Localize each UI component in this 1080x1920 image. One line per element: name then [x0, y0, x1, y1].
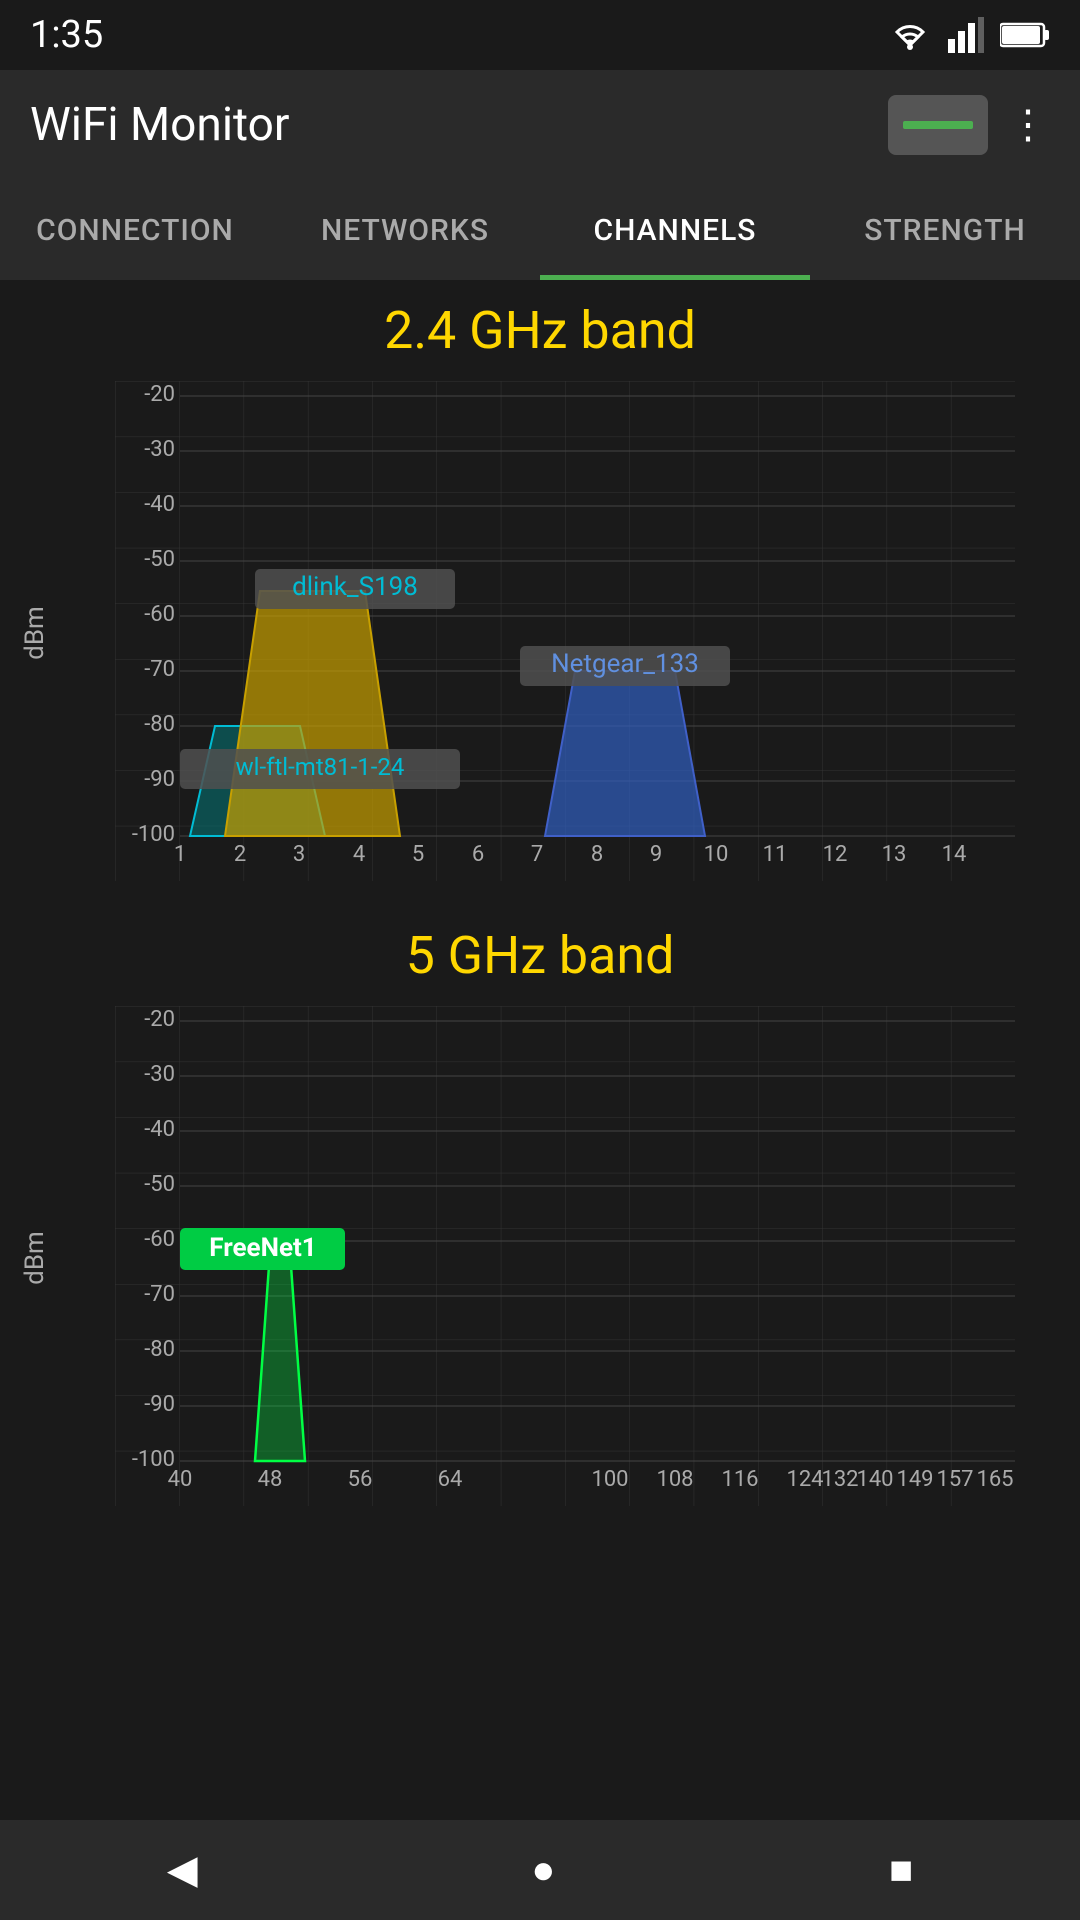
- y-axis-label-5: dBm: [20, 1231, 50, 1285]
- svg-text:64: 64: [438, 1467, 463, 1492]
- chart-5-svg: -20 -30 -40 -50 -60 -70 -80: [60, 1006, 1070, 1506]
- svg-text:40: 40: [168, 1467, 193, 1492]
- svg-text:-100: -100: [132, 822, 175, 847]
- svg-text:-90: -90: [144, 767, 175, 792]
- svg-text:3: 3: [293, 842, 305, 867]
- signal-icon: [948, 17, 984, 53]
- svg-text:108: 108: [656, 1467, 693, 1492]
- tab-channels[interactable]: CHANNELS: [540, 180, 810, 280]
- svg-text:2: 2: [234, 842, 246, 867]
- band-5ghz-section: 5 GHz band dBm -20 -30 -40: [10, 925, 1070, 1510]
- svg-text:-40: -40: [144, 1117, 175, 1142]
- display-button-bar: [903, 121, 973, 129]
- svg-text:13: 13: [882, 842, 907, 867]
- back-button[interactable]: ◀: [167, 1847, 198, 1893]
- svg-text:-50: -50: [144, 547, 175, 572]
- svg-text:-80: -80: [144, 1337, 175, 1362]
- status-bar: 1:35: [0, 0, 1080, 70]
- svg-text:-20: -20: [144, 1007, 175, 1032]
- svg-text:124: 124: [786, 1467, 823, 1492]
- status-time: 1:35: [30, 13, 103, 57]
- band-24ghz-chart: dBm -20 -30: [10, 381, 1070, 885]
- svg-text:-30: -30: [144, 1062, 175, 1087]
- svg-text:157: 157: [936, 1467, 973, 1492]
- svg-text:-80: -80: [144, 712, 175, 737]
- dlink-label: dlink_S198: [292, 572, 418, 602]
- recent-button[interactable]: ■: [889, 1848, 913, 1893]
- svg-text:-60: -60: [144, 602, 175, 627]
- svg-text:132: 132: [821, 1467, 858, 1492]
- y-axis-label-24: dBm: [20, 606, 50, 660]
- content-area: 2.4 GHz band dBm: [0, 280, 1080, 1820]
- svg-text:11: 11: [763, 842, 788, 867]
- status-icons: [888, 17, 1050, 53]
- chart-24-svg: -20 -30 -40 -50 -60 -70 -80: [60, 381, 1070, 881]
- app-title: WiFi Monitor: [30, 98, 289, 152]
- svg-text:-90: -90: [144, 1392, 175, 1417]
- freenet1-label: FreeNet1: [209, 1233, 316, 1263]
- svg-text:-40: -40: [144, 492, 175, 517]
- app-header: WiFi Monitor ⋮: [0, 70, 1080, 180]
- header-actions: ⋮: [888, 95, 1050, 155]
- svg-text:140: 140: [856, 1467, 893, 1492]
- tab-strength[interactable]: STRENGTH: [810, 180, 1080, 280]
- svg-text:9: 9: [650, 842, 662, 867]
- svg-text:4: 4: [353, 842, 365, 867]
- svg-text:100: 100: [591, 1467, 628, 1492]
- band-5ghz-title: 5 GHz band: [10, 925, 1070, 986]
- wlftl-label: wl-ftl-mt81-1-24: [236, 753, 405, 781]
- svg-text:149: 149: [896, 1467, 933, 1492]
- svg-text:-60: -60: [144, 1227, 175, 1252]
- svg-text:116: 116: [721, 1467, 758, 1492]
- svg-text:-70: -70: [144, 1282, 175, 1307]
- svg-text:10: 10: [704, 842, 729, 867]
- svg-text:5: 5: [412, 842, 424, 867]
- tab-connection[interactable]: CONNECTION: [0, 180, 270, 280]
- svg-text:12: 12: [823, 842, 848, 867]
- svg-text:6: 6: [472, 842, 484, 867]
- more-options-button[interactable]: ⋮: [1008, 105, 1050, 145]
- svg-text:-20: -20: [144, 382, 175, 407]
- netgear-label: Netgear_133: [551, 649, 699, 679]
- svg-text:14: 14: [942, 842, 967, 867]
- svg-text:-30: -30: [144, 437, 175, 462]
- tab-networks[interactable]: NETWORKS: [270, 180, 540, 280]
- bottom-nav: ◀ ● ■: [0, 1820, 1080, 1920]
- battery-icon: [1000, 20, 1050, 50]
- svg-text:56: 56: [348, 1467, 373, 1492]
- svg-text:7: 7: [531, 842, 543, 867]
- svg-text:-50: -50: [144, 1172, 175, 1197]
- display-button[interactable]: [888, 95, 988, 155]
- svg-text:48: 48: [258, 1467, 283, 1492]
- band-24ghz-section: 2.4 GHz band dBm: [10, 300, 1070, 885]
- svg-text:165: 165: [976, 1467, 1013, 1492]
- band-5ghz-chart: dBm -20 -30 -40 -50 -60: [10, 1006, 1070, 1510]
- wifi-icon: [888, 17, 932, 53]
- svg-text:8: 8: [591, 842, 603, 867]
- svg-text:-70: -70: [144, 657, 175, 682]
- tab-bar: CONNECTION NETWORKS CHANNELS STRENGTH: [0, 180, 1080, 280]
- svg-text:1: 1: [174, 842, 186, 867]
- band-24ghz-title: 2.4 GHz band: [10, 300, 1070, 361]
- home-button[interactable]: ●: [531, 1848, 555, 1893]
